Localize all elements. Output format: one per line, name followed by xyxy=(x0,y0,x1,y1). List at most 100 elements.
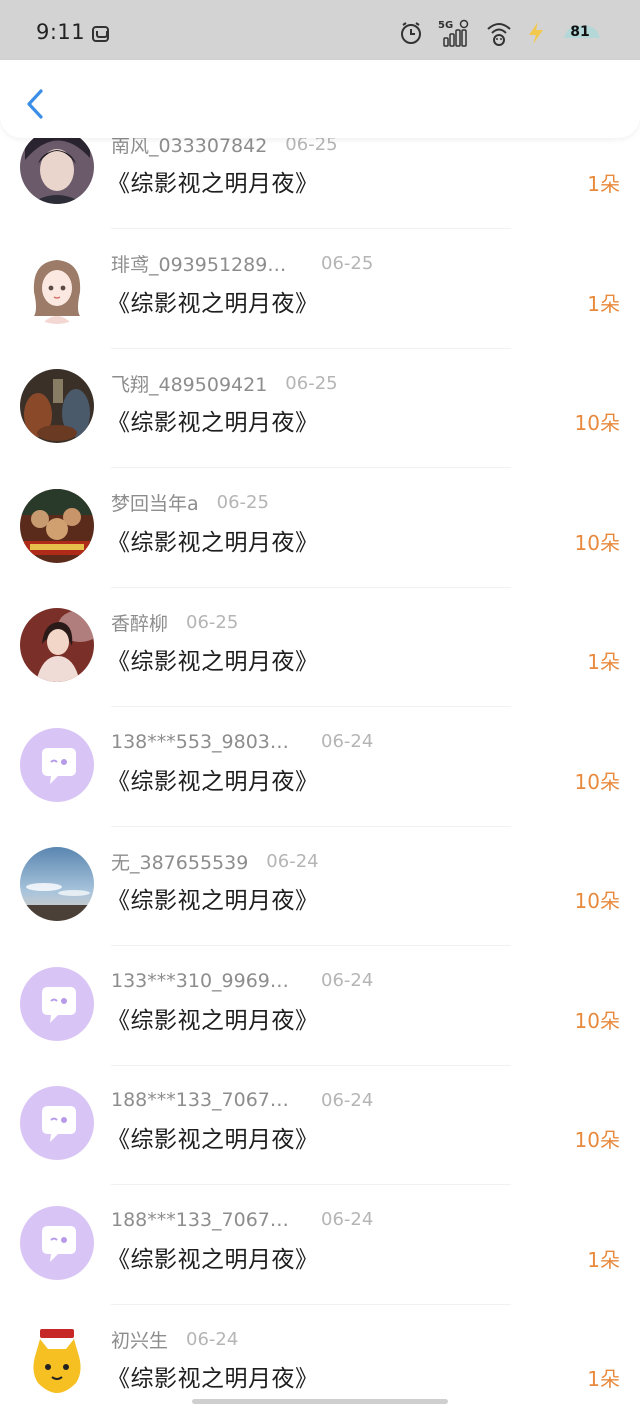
status-time: 9:11 xyxy=(36,20,86,44)
wifi-icon xyxy=(487,23,511,46)
chat-bubble-icon xyxy=(20,727,94,802)
chat-bubble-icon xyxy=(20,966,94,1041)
avatar[interactable] xyxy=(20,1086,94,1160)
list-item[interactable]: 飞翔_489509421 06-25 《综影视之明月夜》 10朵 xyxy=(0,359,640,479)
gift-date: 06-25 xyxy=(321,253,374,274)
divider xyxy=(111,347,511,349)
back-button[interactable] xyxy=(20,84,50,124)
book-title: 《综影视之明月夜》 xyxy=(107,410,319,436)
item-meta: 188***133_7067… 06-24 xyxy=(111,1086,373,1114)
book-title: 《综影视之明月夜》 xyxy=(107,768,319,795)
book-title: 《综影视之明月夜》 xyxy=(107,888,319,914)
status-icons: 5G 81 xyxy=(398,18,604,48)
divider xyxy=(111,467,511,468)
item-meta: 琲鸢_093951289… 06-25 xyxy=(111,250,373,278)
avatar[interactable] xyxy=(20,727,94,802)
gift-date: 06-24 xyxy=(321,1089,374,1111)
charging-bolt-icon xyxy=(529,22,543,44)
gift-amount: 10朵 xyxy=(574,1008,620,1033)
user-name: 琲鸢_093951289… xyxy=(111,254,287,276)
book-title: 《综影视之明月夜》 xyxy=(107,1246,319,1273)
book-title: 《综影视之明月夜》 xyxy=(107,529,319,556)
gift-date: 06-25 xyxy=(285,372,338,394)
item-meta: 无_387655539 06-24 xyxy=(111,847,319,875)
avatar[interactable] xyxy=(20,847,94,921)
gift-amount: 10朵 xyxy=(574,530,620,555)
avatar[interactable] xyxy=(20,966,94,1041)
user-name: 133***310_9969… xyxy=(111,969,289,992)
avatar[interactable] xyxy=(20,369,94,443)
book-title: 《综影视之明月夜》 xyxy=(107,171,319,197)
list-item[interactable]: 初兴生 06-24 《综影视之明月夜》 1朵 xyxy=(0,1315,640,1408)
avatar[interactable] xyxy=(20,1205,94,1280)
list-item[interactable]: 梦回当年a 06-25 《综影视之明月夜》 10朵 xyxy=(0,479,640,599)
nav-bar xyxy=(0,60,640,138)
item-meta: 188***133_7067… 06-24 xyxy=(111,1206,373,1234)
list-item[interactable]: 188***133_7067… 06-24 《综影视之明月夜》 1朵 xyxy=(0,1196,640,1316)
battery-icon: 81 xyxy=(560,20,604,46)
item-meta: 梦回当年a 06-25 xyxy=(111,489,269,517)
avatar[interactable] xyxy=(20,1325,94,1399)
divider xyxy=(111,1184,511,1185)
chat-bubble-icon xyxy=(20,1205,94,1280)
gift-amount: 1朵 xyxy=(587,291,620,316)
gift-amount: 1朵 xyxy=(587,650,620,674)
list-item[interactable]: 138***553_9803… 06-24 《综影视之明月夜》 10朵 xyxy=(0,718,640,838)
home-indicator[interactable] xyxy=(192,1399,448,1404)
gift-date: 06-24 xyxy=(321,970,374,991)
list-item[interactable]: 琲鸢_093951289… 06-25 《综影视之明月夜》 1朵 xyxy=(0,240,640,360)
user-name: 138***553_9803… xyxy=(111,730,289,753)
divider xyxy=(111,228,511,229)
avatar[interactable] xyxy=(20,249,94,324)
item-meta: 138***553_9803… 06-24 xyxy=(111,728,373,756)
divider xyxy=(111,945,511,946)
avatar[interactable] xyxy=(20,608,94,682)
gift-amount: 10朵 xyxy=(574,1128,620,1152)
alarm-icon xyxy=(401,22,421,44)
book-title: 《综影视之明月夜》 xyxy=(107,649,319,675)
list-item[interactable]: 133***310_9969… 06-24 《综影视之明月夜》 10朵 xyxy=(0,957,640,1077)
status-bar: 9:11 5G 81 xyxy=(0,0,640,60)
item-meta: 133***310_9969… 06-24 xyxy=(111,967,373,995)
gift-amount: 10朵 xyxy=(574,889,620,913)
user-name: 梦回当年a xyxy=(111,493,199,515)
book-title: 《综影视之明月夜》 xyxy=(107,290,319,317)
gift-amount: 1朵 xyxy=(587,1367,620,1391)
avatar[interactable] xyxy=(20,488,94,563)
user-name: 无_387655539 xyxy=(111,851,249,874)
book-title: 《综影视之明月夜》 xyxy=(107,1127,319,1153)
book-title: 《综影视之明月夜》 xyxy=(107,1007,319,1034)
gift-amount: 10朵 xyxy=(574,769,620,794)
item-meta: 初兴生 06-24 xyxy=(111,1325,238,1353)
divider xyxy=(111,706,511,707)
gift-date: 06-25 xyxy=(216,492,269,513)
chevron-left-icon xyxy=(27,89,43,119)
item-meta: 飞翔_489509421 06-25 xyxy=(111,369,338,397)
divider xyxy=(111,586,511,588)
gift-amount: 10朵 xyxy=(574,411,620,435)
user-name: 188***133_7067… xyxy=(111,1089,289,1111)
list-item[interactable]: 无_387655539 06-24 《综影视之明月夜》 10朵 xyxy=(0,837,640,957)
5g-signal-icon: 5G xyxy=(438,19,469,47)
svg-text:5G: 5G xyxy=(438,20,453,31)
book-title: 《综影视之明月夜》 xyxy=(107,1366,319,1392)
app-switch-icon xyxy=(92,26,109,42)
gift-date: 06-24 xyxy=(186,1328,239,1350)
avatar[interactable] xyxy=(20,130,94,204)
user-name: 初兴生 xyxy=(111,1329,169,1352)
divider xyxy=(111,825,511,827)
gift-date: 06-25 xyxy=(186,611,239,633)
list-item[interactable]: 香醉柳 06-25 《综影视之明月夜》 1朵 xyxy=(0,598,640,718)
item-meta: 香醉柳 06-25 xyxy=(111,608,238,636)
gift-date: 06-24 xyxy=(321,1209,374,1230)
user-name: 飞翔_489509421 xyxy=(111,373,268,396)
user-name: 188***133_7067… xyxy=(111,1208,289,1231)
divider xyxy=(111,1064,511,1066)
gift-date: 06-24 xyxy=(266,850,319,872)
gift-date: 06-24 xyxy=(321,731,374,752)
battery-level: 81 xyxy=(570,24,590,40)
list-item[interactable]: 188***133_7067… 06-24 《综影视之明月夜》 10朵 xyxy=(0,1076,640,1196)
gift-amount: 1朵 xyxy=(587,172,620,196)
chat-bubble-icon xyxy=(20,1086,94,1160)
divider xyxy=(111,1303,511,1305)
